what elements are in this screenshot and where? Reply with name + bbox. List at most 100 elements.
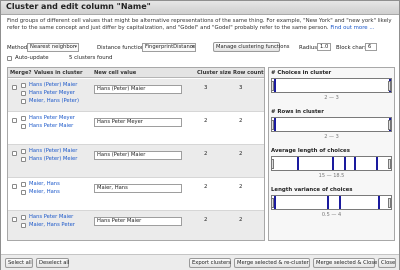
choices-histogram[interactable]: [271, 78, 392, 93]
method-label: Method: [7, 45, 28, 51]
histogram-bar: [274, 118, 276, 131]
range-slider-left[interactable]: [271, 159, 274, 169]
merge-checkbox[interactable]: [12, 151, 17, 156]
block-chars-input[interactable]: 6: [365, 43, 377, 51]
facet-title-avg-length: Average length of choices: [271, 148, 350, 154]
new-cell-value-input[interactable]: Hans Peter Maier: [94, 217, 182, 226]
histogram-bar: [354, 157, 356, 170]
cluster-values: Maier, Hans Meier, Hans: [21, 181, 93, 197]
facet-title-rows: # Rows in cluster: [271, 109, 324, 115]
range-slider-right[interactable]: [388, 198, 391, 208]
value-item: Hans (Peter) Meier: [21, 156, 93, 163]
value-item: Hans Peter Meyer: [21, 90, 93, 97]
new-cell-value-input[interactable]: Hans Peter Meyer: [94, 118, 182, 127]
value-item: Hans (Peter) Maier: [21, 148, 93, 155]
value-checkbox[interactable]: [21, 99, 26, 104]
range-slider-right[interactable]: [388, 159, 391, 169]
value-checkbox[interactable]: [21, 83, 26, 88]
value-checkbox[interactable]: [21, 190, 26, 195]
dialog-title: Cluster and edit column "Name": [6, 2, 151, 11]
merge-checkbox[interactable]: [12, 118, 17, 123]
cluster-size: 2: [204, 217, 208, 223]
export-clusters-button[interactable]: Export clusters: [189, 258, 231, 268]
new-cell-value-input[interactable]: Maier, Hans: [94, 184, 182, 193]
distance-select[interactable]: FingerprintDistance ▾: [142, 43, 196, 52]
row-count: 2: [239, 151, 243, 157]
row-count: 3: [239, 85, 243, 91]
rows-histogram[interactable]: [271, 117, 392, 132]
value-checkbox[interactable]: [21, 223, 26, 228]
merge-checkbox[interactable]: [12, 217, 17, 222]
radius-label: Radius: [299, 45, 318, 51]
value-link[interactable]: Maier, Hans: [29, 181, 60, 187]
value-item: Maier, Hans Peter: [21, 222, 93, 229]
histogram-bar: [344, 157, 346, 170]
new-cell-value-input[interactable]: Hans (Peter) Maier: [94, 151, 182, 160]
value-link[interactable]: Hans Peter Maier: [29, 123, 73, 129]
merge-checkbox[interactable]: [12, 85, 17, 90]
table-row: Hans (Peter) Maier Hans Peter Meyer Meie…: [8, 79, 264, 112]
header-cluster-size: Cluster size: [197, 70, 232, 76]
merge-close-button[interactable]: Merge selected & Close: [313, 258, 377, 268]
value-checkbox[interactable]: [21, 91, 26, 96]
cluster-values: Hans (Peter) Maier Hans (Peter) Meier: [21, 148, 93, 164]
cluster-values: Hans (Peter) Maier Hans Peter Meyer Meie…: [21, 82, 93, 106]
chevron-down-icon: ▾: [74, 44, 77, 50]
method-select[interactable]: Nearest neighbor ▾: [27, 43, 79, 52]
value-checkbox[interactable]: [21, 157, 26, 162]
histogram-bar: [274, 79, 276, 92]
value-item: Hans Peter Meyer: [21, 115, 93, 122]
range-slider-left[interactable]: [271, 120, 274, 130]
value-link[interactable]: Meier, Hans: [29, 189, 60, 195]
avg-length-range-label: 15 — 18.5: [318, 173, 345, 179]
description: Find groups of different cell values tha…: [7, 18, 395, 32]
range-slider-left[interactable]: [271, 81, 274, 91]
histogram-bar: [327, 196, 329, 209]
merge-checkbox[interactable]: [12, 184, 17, 189]
value-link[interactable]: Maier, Hans Peter: [29, 222, 75, 228]
block-chars-label: Block chars: [336, 45, 368, 51]
value-checkbox[interactable]: [21, 182, 26, 187]
auto-update-checkbox[interactable]: [7, 56, 12, 61]
range-slider-right[interactable]: [388, 120, 391, 130]
value-link[interactable]: Hans (Peter) Maier: [29, 148, 77, 154]
value-checkbox[interactable]: [21, 116, 26, 121]
row-count: 2: [239, 184, 243, 190]
manage-clustering-functions-button[interactable]: Manage clustering functions: [213, 42, 289, 52]
chevron-down-icon: ▾: [191, 44, 194, 50]
avg-length-histogram[interactable]: [271, 156, 392, 171]
table-row: Hans Peter Maier Maier, Hans Peter Hans …: [8, 211, 264, 240]
value-link[interactable]: Hans (Peter) Meier: [29, 156, 77, 162]
value-link[interactable]: Meier, Hans (Peter): [29, 98, 79, 104]
new-cell-value-input[interactable]: Hans (Peter) Maier: [94, 85, 182, 94]
merge-recluster-button[interactable]: Merge selected & re-cluster: [234, 258, 310, 268]
distance-value: FingerprintDistance: [145, 44, 196, 50]
facets-panel: # Choices in cluster 2 — 3 # Rows in clu…: [268, 67, 395, 241]
find-out-more-link[interactable]: Find out more ...: [330, 25, 374, 31]
choices-range-label: 2 — 3: [324, 95, 339, 101]
cluster-table: Merge? Values in cluster New cell value …: [7, 67, 265, 241]
value-link[interactable]: Hans Peter Maier: [29, 214, 73, 220]
value-link[interactable]: Hans Peter Meyer: [29, 115, 75, 121]
rows-range-label: 2 — 3: [324, 134, 339, 140]
histogram-bar: [274, 196, 276, 209]
value-item: Hans Peter Maier: [21, 214, 93, 221]
value-checkbox[interactable]: [21, 149, 26, 154]
value-item: Maier, Hans: [21, 181, 93, 188]
value-checkbox[interactable]: [21, 215, 26, 220]
value-link[interactable]: Hans (Peter) Maier: [29, 82, 77, 88]
method-value: Nearest neighbor: [30, 44, 75, 50]
select-all-button[interactable]: Select all: [5, 258, 33, 268]
range-slider-left[interactable]: [271, 198, 274, 208]
cluster-values: Hans Peter Meyer Hans Peter Maier: [21, 115, 93, 131]
auto-update-label: Auto-update: [15, 55, 49, 61]
close-button[interactable]: Close: [378, 258, 396, 268]
range-slider-right[interactable]: [388, 81, 391, 91]
value-checkbox[interactable]: [21, 124, 26, 129]
variance-histogram[interactable]: [271, 195, 392, 210]
cluster-size: 2: [204, 118, 208, 124]
value-link[interactable]: Hans Peter Meyer: [29, 90, 75, 96]
radius-input[interactable]: 1.0: [317, 43, 331, 51]
deselect-all-button[interactable]: Deselect all: [36, 258, 69, 268]
value-item: Meier, Hans (Peter): [21, 98, 93, 105]
